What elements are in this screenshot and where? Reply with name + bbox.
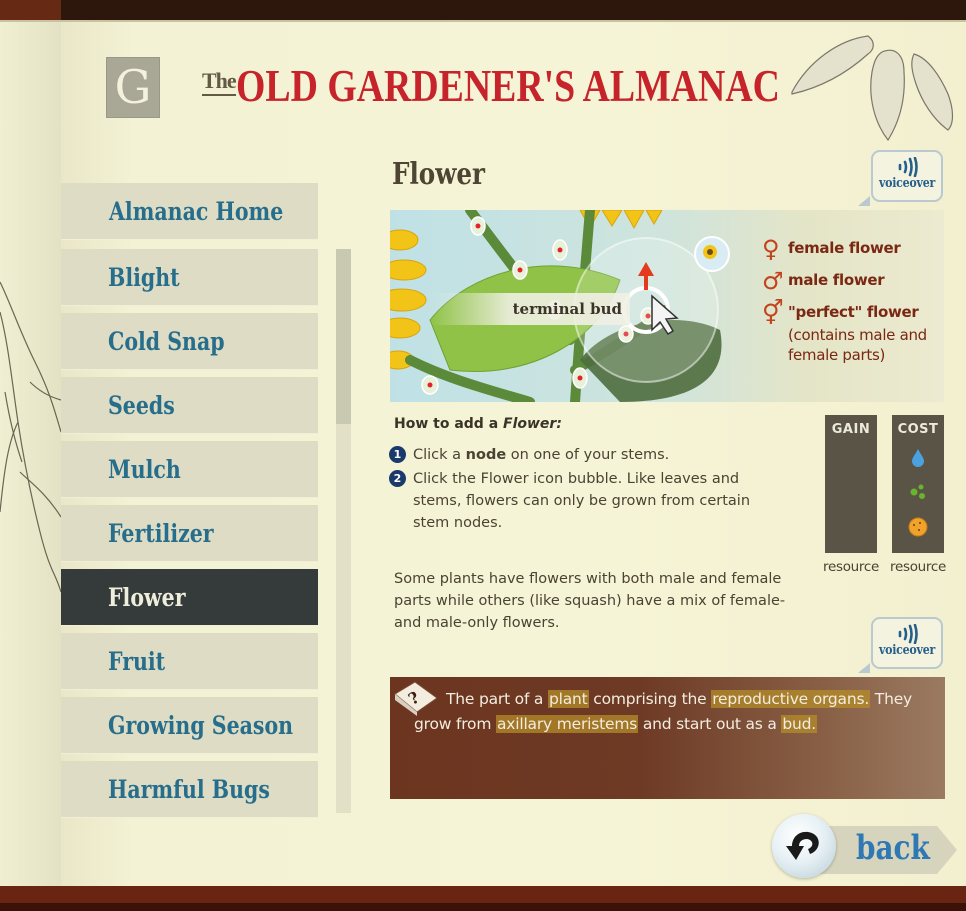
glossary-link[interactable]: axillary meristems [495, 715, 639, 733]
back-label: back [856, 828, 930, 868]
cost-column: COST [892, 415, 944, 553]
definition-text: The part of a plant comprising the repro… [414, 687, 934, 737]
step-text-bold: node [465, 447, 507, 463]
sidebar-item-label: Fertilizer [108, 518, 214, 548]
definition-segment: comprising the [588, 690, 712, 708]
sidebar-item-cold-snap[interactable]: Cold Snap [61, 313, 318, 369]
water-drop-icon [912, 449, 924, 467]
legend-male: ♂ male flower [762, 269, 938, 293]
title-prefix: The [202, 68, 237, 96]
energy-icon [908, 517, 928, 537]
sidebar-item-harmful-bugs[interactable]: Harmful Bugs [61, 761, 318, 817]
howto-title-emphasis: Flower: [503, 416, 562, 432]
step-number-badge: 2 [389, 470, 406, 487]
sidebar-item-label: Almanac Home [109, 196, 284, 226]
cost-resource-label: resource [890, 559, 946, 575]
roots-illustration [0, 281, 61, 593]
definition-box: ? The part of a plant comprising the rep… [390, 677, 945, 799]
sidebar-item-mulch[interactable]: Mulch [61, 441, 318, 497]
glossary-link[interactable]: plant [547, 690, 589, 708]
flower-legend: ♀ female flower ♂ male flower ⚥ "perfect… [762, 237, 938, 365]
howto-title: How to add a Flower: [394, 416, 562, 432]
bottom-shade [0, 903, 966, 911]
step-text: stem nodes. [413, 515, 503, 531]
step-number-badge: 1 [389, 446, 406, 463]
sidebar-item-flower[interactable]: Flower [61, 569, 318, 625]
definition-segment: and start out as a [638, 715, 782, 733]
back-button[interactable]: back [772, 812, 966, 882]
howto-title-prefix: How to add a [394, 416, 504, 432]
sidebar-item-label: Harmful Bugs [108, 774, 270, 804]
cost-header: COST [897, 422, 939, 437]
sound-wave-icon [898, 157, 918, 177]
voiceover-tail [858, 196, 870, 206]
terminal-bud-label: terminal bud [430, 293, 630, 325]
voiceover-button[interactable]: voiceover [871, 150, 943, 202]
sidebar-scrollbar[interactable] [336, 249, 351, 813]
step-text: stems, flowers can only be grown from ce… [413, 493, 751, 509]
voiceover-label: voiceover [878, 643, 936, 658]
sidebar-item-fruit[interactable]: Fruit [61, 633, 318, 689]
howto-step-1: 1 Click a node on one of your stems. [389, 444, 809, 466]
sidebar-item-label: Growing Season [108, 710, 294, 740]
book-spine-strip [0, 0, 61, 20]
glossary-link[interactable]: bud. [781, 715, 818, 733]
flower-illustration: terminal bud ♀ female flower ♂ male flow… [390, 210, 944, 402]
sidebar-item-growing-season[interactable]: Growing Season [61, 697, 318, 753]
male-symbol-icon: ♂ [762, 267, 784, 295]
sidebar-item-label: Mulch [108, 454, 181, 484]
sidebar-item-label: Flower [108, 582, 186, 612]
female-symbol-icon: ♀ [762, 235, 780, 263]
voiceover-button-2[interactable]: voiceover [871, 617, 943, 669]
sidebar-item-label: Blight [108, 262, 180, 292]
legend-female: ♀ female flower [762, 237, 938, 261]
legend-perfect: ⚥ "perfect" flower [762, 301, 938, 325]
step-text: on one of your stems. [506, 447, 670, 463]
sidebar-item-label: Fruit [108, 646, 166, 676]
page-header-title: OLD GARDENER'S ALMANAC [236, 61, 780, 111]
nutrients-icon [910, 484, 925, 499]
glossary-link[interactable]: reproductive organs. [711, 690, 871, 708]
step-text: Click the Flower icon bubble. Like leave… [413, 471, 740, 487]
gain-resource-label: resource [823, 559, 879, 575]
legend-label: "perfect" flower [788, 303, 919, 321]
sidebar-item-seeds[interactable]: Seeds [61, 377, 318, 433]
back-bubble [772, 814, 836, 878]
legend-label: male flower [788, 271, 885, 289]
sidebar-item-almanac-home[interactable]: Almanac Home [61, 183, 318, 239]
left-page [0, 22, 61, 886]
section-title: Flower [392, 157, 486, 192]
top-book-edge [0, 0, 966, 22]
gain-column: GAIN [825, 415, 877, 553]
sidebar-item-blight[interactable]: Blight [61, 249, 318, 305]
sidebar-item-label: Cold Snap [108, 326, 225, 356]
sidebar-item-label: Seeds [108, 390, 175, 420]
sidebar-item-fertilizer[interactable]: Fertilizer [61, 505, 318, 561]
definition-segment: The part of a [446, 690, 548, 708]
info-paragraph: Some plants have flowers with both male … [394, 571, 786, 631]
voiceover-label: voiceover [878, 176, 936, 191]
gain-header: GAIN [831, 422, 871, 437]
almanac-logo: G [106, 57, 160, 118]
undo-arrow-icon [786, 831, 819, 860]
bottom-book-edge [0, 886, 966, 911]
flower-bubble-icon[interactable] [712, 254, 713, 255]
scrollbar-thumb[interactable] [336, 249, 351, 424]
leaves-illustration [791, 35, 954, 142]
perfect-symbol-icon: ⚥ [762, 299, 784, 327]
howto-step-2: 2 Click the Flower icon bubble. Like leav… [389, 468, 809, 534]
sound-wave-icon [898, 624, 918, 644]
voiceover-tail [858, 663, 870, 673]
step-text: Click a [413, 447, 466, 463]
legend-label: female flower [788, 239, 901, 257]
legend-sublabel: (contains male and female parts) [788, 326, 927, 364]
